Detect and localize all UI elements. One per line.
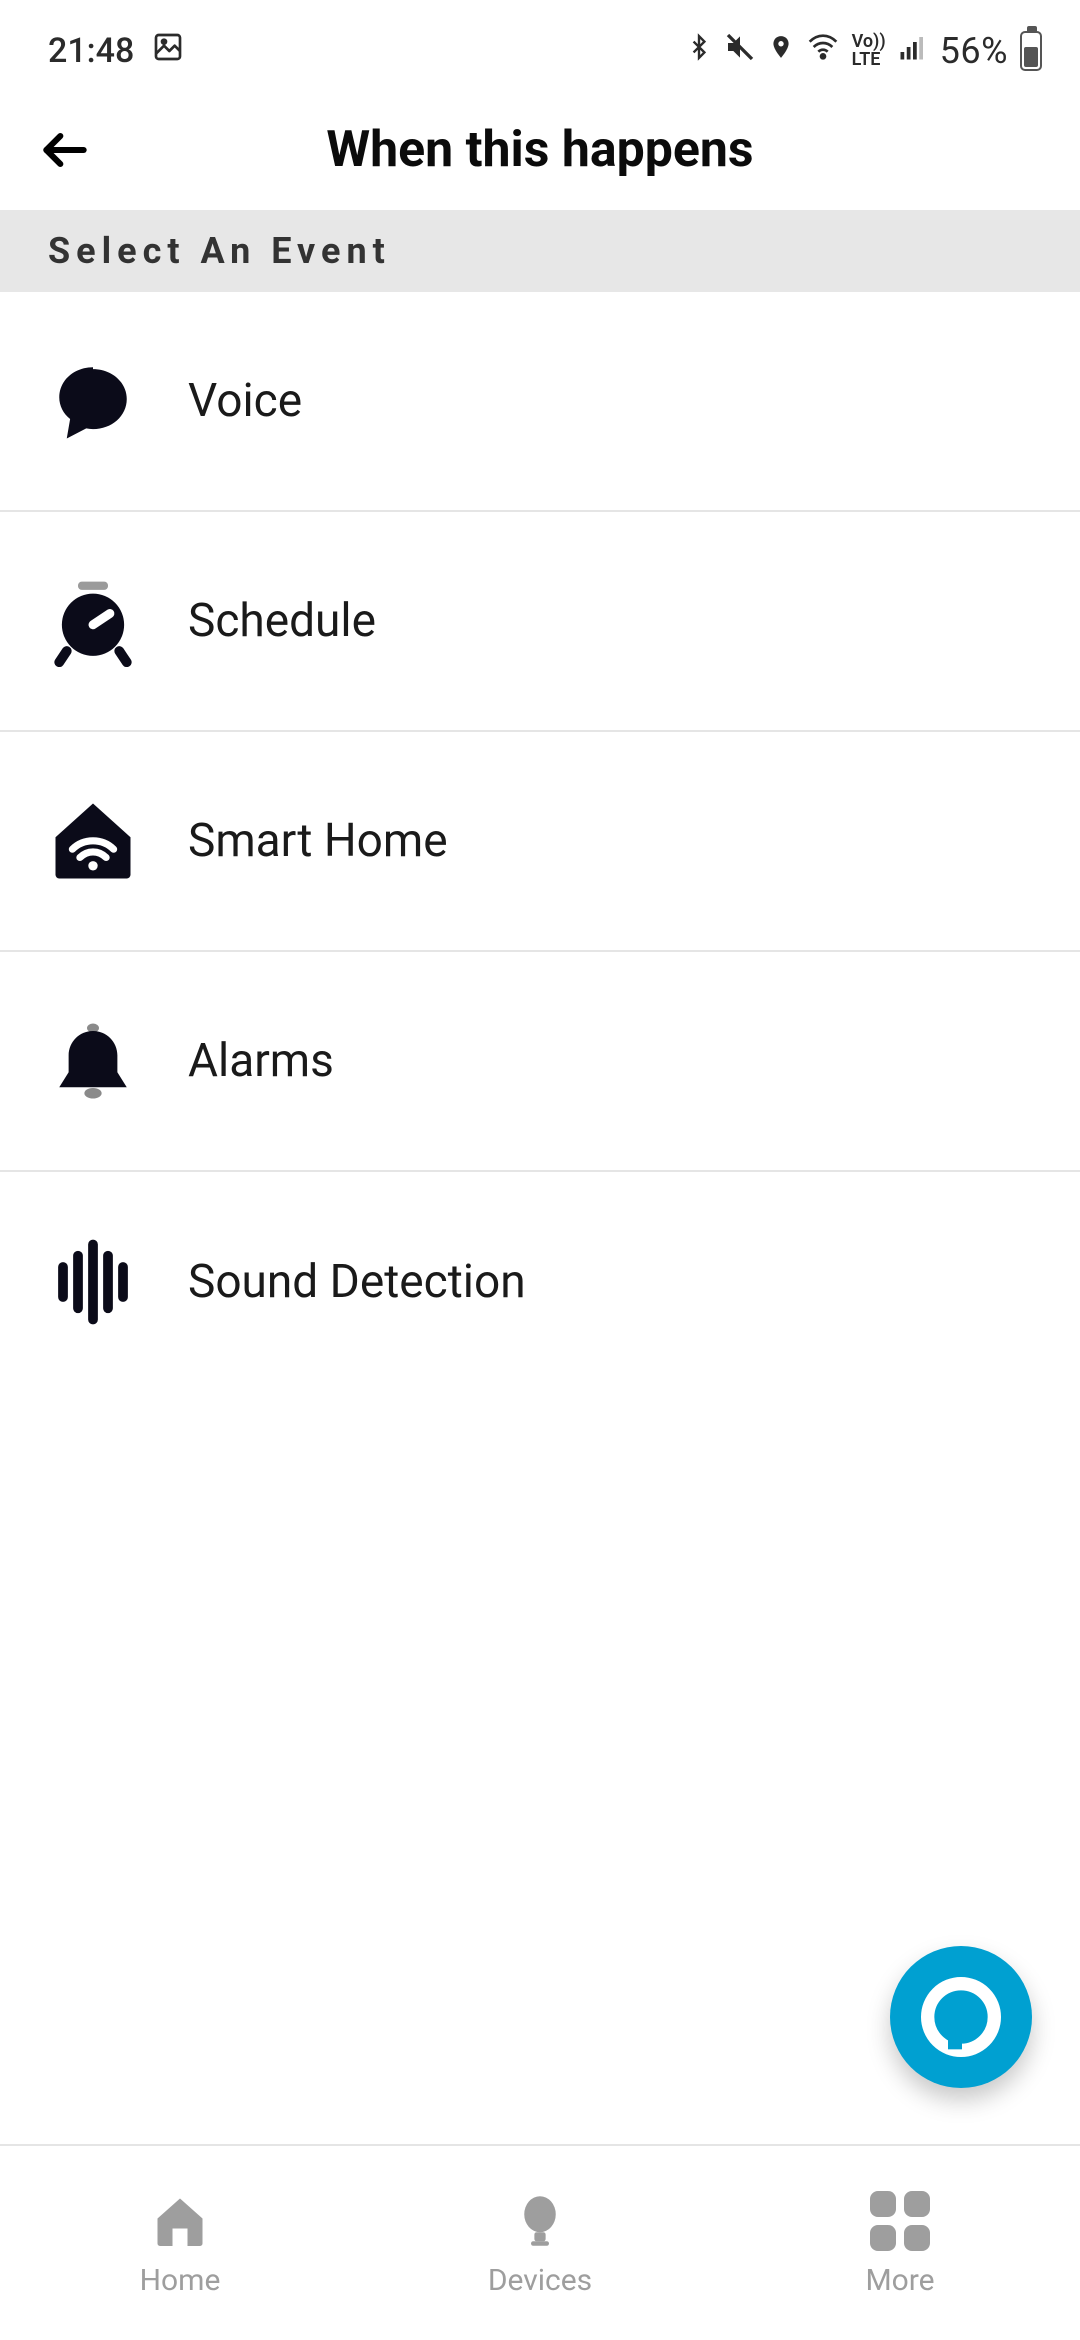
- event-label: Smart Home: [188, 814, 448, 868]
- nav-devices[interactable]: Devices: [360, 2146, 720, 2340]
- status-time: 21:48: [48, 31, 134, 71]
- home-icon: [148, 2189, 212, 2253]
- event-label: Schedule: [188, 594, 376, 648]
- devices-icon: [508, 2189, 572, 2253]
- status-bar: 21:48: [0, 0, 1080, 90]
- section-header: Select An Event: [0, 210, 1080, 292]
- alexa-fab[interactable]: [890, 1946, 1032, 2088]
- event-item-smart-home[interactable]: Smart Home: [0, 732, 1080, 952]
- event-label: Alarms: [188, 1034, 334, 1088]
- signal-icon: [898, 32, 928, 70]
- schedule-icon: [48, 576, 138, 666]
- voice-icon: [48, 356, 138, 446]
- location-icon: [768, 31, 794, 71]
- bottom-nav: Home Devices More: [0, 2144, 1080, 2340]
- event-item-voice[interactable]: Voice: [0, 292, 1080, 512]
- event-item-alarms[interactable]: Alarms: [0, 952, 1080, 1172]
- event-list: Voice Schedule Smart Home: [0, 292, 1080, 1392]
- status-left: 21:48: [48, 31, 184, 72]
- bluetooth-icon: [686, 31, 712, 71]
- status-right: Vo))LTE 56%: [686, 30, 1042, 72]
- event-label: Sound Detection: [188, 1255, 526, 1309]
- alexa-icon: [921, 1977, 1001, 2057]
- event-label: Voice: [188, 374, 302, 428]
- image-icon: [152, 31, 184, 72]
- battery-icon: [1020, 31, 1042, 71]
- event-item-schedule[interactable]: Schedule: [0, 512, 1080, 732]
- header: When this happens: [0, 90, 1080, 210]
- sound-detection-icon: [48, 1237, 138, 1327]
- page-title: When this happens: [30, 121, 1050, 179]
- mute-icon: [724, 31, 756, 71]
- smart-home-icon: [48, 796, 138, 886]
- nav-label: More: [865, 2263, 934, 2298]
- status-battery-pct: 56%: [940, 30, 1008, 72]
- nav-more[interactable]: More: [720, 2146, 1080, 2340]
- nav-home[interactable]: Home: [0, 2146, 360, 2340]
- volte-icon: Vo))LTE: [852, 33, 886, 69]
- event-item-sound-detection[interactable]: Sound Detection: [0, 1172, 1080, 1392]
- wifi-icon: [806, 31, 840, 71]
- alarms-icon: [48, 1016, 138, 1106]
- nav-label: Home: [140, 2263, 221, 2298]
- nav-label: Devices: [488, 2263, 592, 2298]
- more-icon: [868, 2189, 932, 2253]
